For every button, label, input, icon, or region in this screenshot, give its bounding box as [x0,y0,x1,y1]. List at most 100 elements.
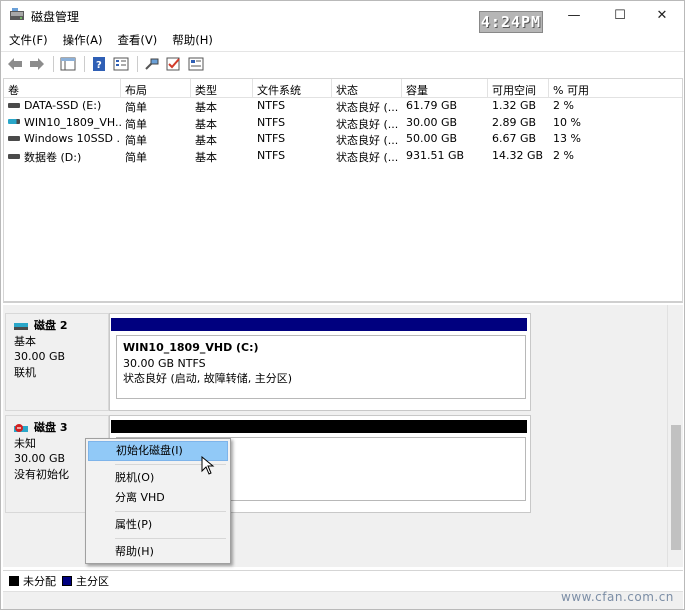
legend: 未分配 主分区 [3,570,683,590]
capacity-cell: 61.79 GB [406,99,458,112]
legend-unallocated: 未分配 [23,574,56,588]
percent-free-cell: 2 % [553,148,574,162]
capacity-cell: 30.00 GB [406,115,458,129]
volume-row[interactable]: Windows 10SSD ... 简单 基本 NTFS 状态良好 (... 5… [4,131,682,148]
type-cell: 基本 [195,150,217,164]
window-title: 磁盘管理 [31,10,80,24]
free-space-cell: 2.89 GB [492,115,537,129]
primary-partition-swatch [62,575,72,586]
disk-name: 磁盘 2 [34,319,68,332]
maximize-button[interactable]: ☐ [597,1,643,29]
free-space-cell: 6.67 GB [492,132,537,145]
type-cell: 基本 [195,134,217,147]
help-icon[interactable]: ? [89,54,109,74]
percent-free-cell: 10 % [553,115,581,129]
volume-list: 卷 布局 类型 文件系统 状态 容量 可用空间 % 可用 DATA-SSD (E… [3,78,683,303]
volume-row[interactable]: DATA-SSD (E:) 简单 基本 NTFS 状态良好 (... 61.79… [4,98,682,115]
disk-2-label[interactable]: 磁盘 2 基本 30.00 GB 联机 [5,313,109,411]
disk-icon [14,322,28,330]
check-icon[interactable] [164,54,184,74]
menu-action[interactable]: 操作(A) [55,30,110,50]
unallocated-swatch [9,575,19,586]
connect-icon[interactable] [142,54,162,74]
minimize-button[interactable]: — [551,1,597,29]
status-cell: 状态良好 (... [336,101,399,114]
disk-type: 基本 [14,334,36,348]
toolbar-separator [137,55,138,72]
column-header-layout[interactable]: 布局 [121,79,191,97]
toolbar-separator [53,55,54,72]
disk-management-app-icon [10,8,24,20]
filesystem-cell: NTFS [257,132,286,145]
layout-cell: 简单 [125,134,147,147]
details-icon[interactable] [186,54,206,74]
menu-separator [115,511,226,512]
watermark: www.cfan.com.cn [561,590,674,604]
column-header-status[interactable]: 状态 [332,79,402,97]
capacity-cell: 931.51 GB [406,148,465,162]
free-space-cell: 1.32 GB [492,99,537,112]
free-space-cell: 14.32 GB [492,148,544,162]
svg-text:?: ? [96,60,102,71]
menu-file[interactable]: 文件(F) [1,30,55,50]
partition-status: 状态良好 (启动, 故障转储, 主分区) [123,372,293,385]
filesystem-cell: NTFS [257,99,286,112]
volume-cell: Windows 10SSD ... [4,131,121,148]
menu-bar: 文件(F) 操作(A) 查看(V) 帮助(H) [1,30,684,50]
menu-view[interactable]: 查看(V) [109,30,164,50]
drive-icon [8,154,20,159]
close-button[interactable]: ✕ [639,1,685,29]
volume-row[interactable]: 数据卷 (D:) 简单 基本 NTFS 状态良好 (... 931.51 GB … [4,148,682,165]
filesystem-cell: NTFS [257,115,286,129]
partition-name: WIN10_1809_VHD (C:) [123,341,259,354]
volume-name: Windows 10SSD ... [24,132,121,145]
volume-cell: WIN10_1809_VH... [4,115,121,132]
scrollbar-thumb[interactable] [671,425,681,550]
partition-c[interactable]: WIN10_1809_VHD (C:) 30.00 GB NTFS 状态良好 (… [116,335,526,399]
properties-icon[interactable] [111,54,131,74]
layout-cell: 简单 [125,117,147,131]
properties-menu-item[interactable]: 属性(P) [88,515,228,535]
primary-partition-bar [111,318,527,331]
percent-free-cell: 13 % [553,132,581,145]
vertical-scrollbar[interactable] [667,305,683,567]
toolbar: ? [1,51,684,75]
detach-vhd-menu-item[interactable]: 分离 VHD [88,488,228,508]
toolbar-separator [84,55,85,72]
menu-help[interactable]: 帮助(H) [164,30,220,50]
column-header-percent-free[interactable]: % 可用 [549,79,681,97]
back-arrow-icon[interactable] [5,54,25,74]
disk-2-title: 磁盘 2 [14,318,108,334]
column-header-type[interactable]: 类型 [191,79,253,97]
disk-2-partition-area: WIN10_1809_VHD (C:) 30.00 GB NTFS 状态良好 (… [109,313,531,411]
help-menu-item[interactable]: 帮助(H) [88,542,228,562]
layout-cell: 简单 [125,101,147,114]
status-cell: 状态良好 (... [336,117,399,131]
volume-name: DATA-SSD (E:) [24,99,102,112]
column-header-free-space[interactable]: 可用空间 [488,79,549,97]
disk-status: 联机 [14,365,36,379]
vhd-drive-icon [8,119,20,124]
title-bar: 磁盘管理 4:24PM — ☐ ✕ [1,1,685,33]
status-cell: 状态良好 (... [336,134,399,147]
disk-management-window: 磁盘管理 4:24PM — ☐ ✕ 文件(F) 操作(A) 查看(V) 帮助(H… [0,0,685,610]
unallocated-bar [111,420,527,433]
capacity-cell: 50.00 GB [406,132,458,145]
volume-list-header: 卷 布局 类型 文件系统 状态 容量 可用空间 % 可用 [4,79,682,98]
percent-free-cell: 2 % [553,99,574,112]
type-cell: 基本 [195,101,217,114]
forward-arrow-icon[interactable] [27,54,47,74]
drive-icon [8,102,20,108]
column-header-volume[interactable]: 卷 [4,79,121,97]
legend-primary-partition: 主分区 [76,574,109,588]
status-cell: 状态良好 (... [336,150,399,164]
column-header-filesystem[interactable]: 文件系统 [253,79,332,97]
volume-row[interactable]: WIN10_1809_VH... 简单 基本 NTFS 状态良好 (... 30… [4,115,682,132]
volume-name: WIN10_1809_VH... [24,115,121,129]
console-tree-icon[interactable] [58,54,78,74]
disk-name: 磁盘 3 [34,421,68,434]
volume-cell: 数据卷 (D:) [4,148,121,165]
disk-3-title: 磁盘 3 [14,420,108,436]
volume-cell: DATA-SSD (E:) [4,98,121,115]
column-header-capacity[interactable]: 容量 [402,79,488,97]
